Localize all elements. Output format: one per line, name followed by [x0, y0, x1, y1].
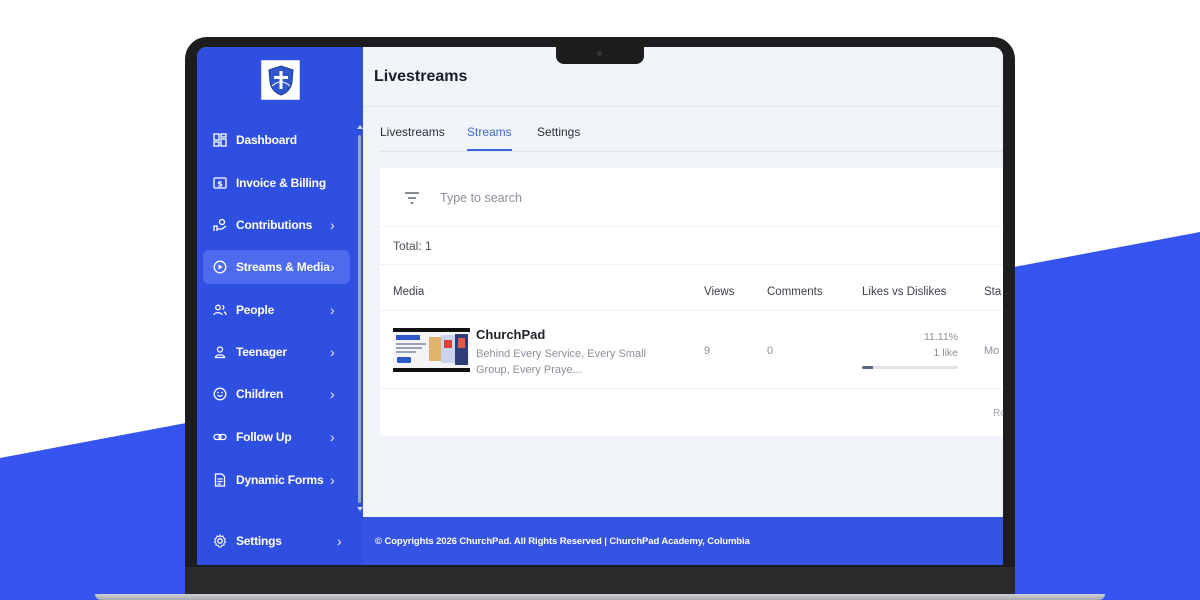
sidebar-item-label: Invoice & Billing: [236, 176, 326, 190]
chevron-right-icon: ›: [330, 302, 335, 318]
filter-icon[interactable]: [404, 191, 420, 205]
column-header-status[interactable]: Sta: [984, 286, 1001, 298]
sidebar-item-settings[interactable]: Settings ›: [203, 524, 350, 558]
column-header-comments[interactable]: Comments: [767, 286, 823, 298]
chevron-right-icon: ›: [330, 429, 335, 445]
sidebar-item-label: Contributions: [236, 218, 313, 232]
rows-per-page-label: Ro: [993, 408, 1003, 419]
sidebar-item-label: Children: [236, 387, 284, 401]
svg-text:$: $: [217, 180, 223, 189]
scroll-down-arrow-icon[interactable]: [357, 507, 363, 511]
likes-count: 1 like: [933, 347, 958, 359]
sidebar-item-label: Dynamic Forms: [236, 473, 324, 487]
tab-settings[interactable]: Settings: [537, 125, 580, 149]
sidebar-item-label: Dashboard: [236, 133, 297, 147]
comments-count: 0: [767, 345, 774, 357]
laptop-base: [95, 594, 1105, 600]
table-row[interactable]: ChurchPad Behind Every Service, Every Sm…: [380, 311, 1003, 389]
likes-progress-bar: [862, 366, 958, 369]
media-title[interactable]: ChurchPad: [476, 327, 545, 342]
chevron-right-icon: ›: [337, 533, 342, 549]
link-icon: [213, 430, 227, 444]
views-count: 9: [704, 345, 711, 357]
search-bar: [380, 168, 1003, 227]
sidebar-item-people[interactable]: People ›: [203, 293, 350, 327]
sidebar-item-label: Follow Up: [236, 430, 292, 444]
tab-streams[interactable]: Streams: [467, 125, 512, 151]
media-description: Behind Every Service, Every Small Group,…: [476, 348, 646, 376]
copyright-text: © Copyrights 2026 ChurchPad. All Rights …: [375, 536, 750, 547]
sidebar-item-label: People: [236, 303, 275, 317]
likes-progress-fill: [862, 366, 873, 369]
column-header-views[interactable]: Views: [704, 286, 734, 298]
sidebar: Dashboard $ Invoice & Billing Contributi…: [197, 47, 363, 565]
gear-icon: [213, 534, 227, 548]
search-input[interactable]: [440, 185, 820, 211]
sidebar-item-label: Streams & Media: [236, 260, 330, 274]
camera-notch: [556, 46, 644, 64]
camera-dot: [597, 51, 602, 56]
invoice-icon: $: [213, 176, 227, 190]
church-logo[interactable]: [261, 60, 300, 100]
column-header-likes-vs-dislikes[interactable]: Likes vs Dislikes: [862, 286, 946, 298]
sidebar-item-dynamic-forms[interactable]: Dynamic Forms ›: [203, 463, 350, 497]
dashboard-icon: [213, 133, 227, 147]
tab-bar: Livestreams Streams Settings: [380, 120, 1003, 152]
chevron-right-icon: ›: [330, 344, 335, 360]
sidebar-item-teenager[interactable]: Teenager ›: [203, 335, 350, 369]
tab-livestreams[interactable]: Livestreams: [380, 125, 445, 149]
sidebar-scrollbar[interactable]: [356, 125, 363, 511]
chevron-right-icon: ›: [330, 472, 335, 488]
play-circle-icon: [213, 260, 227, 274]
chevron-right-icon: ›: [330, 386, 335, 402]
contributions-icon: [213, 218, 227, 232]
shield-cross-icon: [267, 65, 294, 96]
streams-card: Total: 1 Media Views Comments Likes vs D…: [380, 168, 1003, 436]
page-title: Livestreams: [374, 68, 468, 85]
sidebar-item-label: Teenager: [236, 345, 287, 359]
laptop-chin: [185, 567, 1015, 595]
scroll-up-arrow-icon[interactable]: [357, 125, 363, 129]
sidebar-item-follow-up[interactable]: Follow Up ›: [203, 420, 350, 454]
divider: [380, 264, 1003, 265]
person-icon: [213, 345, 227, 359]
sidebar-item-dashboard[interactable]: Dashboard: [203, 123, 350, 157]
smile-icon: [213, 387, 227, 401]
status-cell: Mo: [984, 345, 1000, 357]
app-screen: Dashboard $ Invoice & Billing Contributi…: [197, 47, 1003, 565]
scroll-thumb[interactable]: [358, 135, 361, 503]
sidebar-item-contributions[interactable]: Contributions ›: [203, 208, 350, 242]
form-icon: [213, 473, 227, 487]
sidebar-item-streams-media[interactable]: Streams & Media ›: [203, 250, 350, 284]
sidebar-item-invoice-billing[interactable]: $ Invoice & Billing: [203, 166, 350, 200]
total-count: Total: 1: [393, 239, 432, 253]
video-thumbnail[interactable]: [393, 328, 470, 372]
page-footer: © Copyrights 2026 ChurchPad. All Rights …: [363, 517, 1003, 565]
page-header: Livestreams: [363, 47, 1003, 107]
sidebar-item-label: Settings: [236, 534, 282, 548]
sidebar-item-children[interactable]: Children ›: [203, 377, 350, 411]
chevron-right-icon: ›: [330, 217, 335, 233]
people-icon: [213, 303, 227, 317]
likes-percent: 11.11%: [923, 331, 958, 343]
column-header-media[interactable]: Media: [393, 286, 424, 298]
chevron-right-icon: ›: [330, 259, 335, 275]
